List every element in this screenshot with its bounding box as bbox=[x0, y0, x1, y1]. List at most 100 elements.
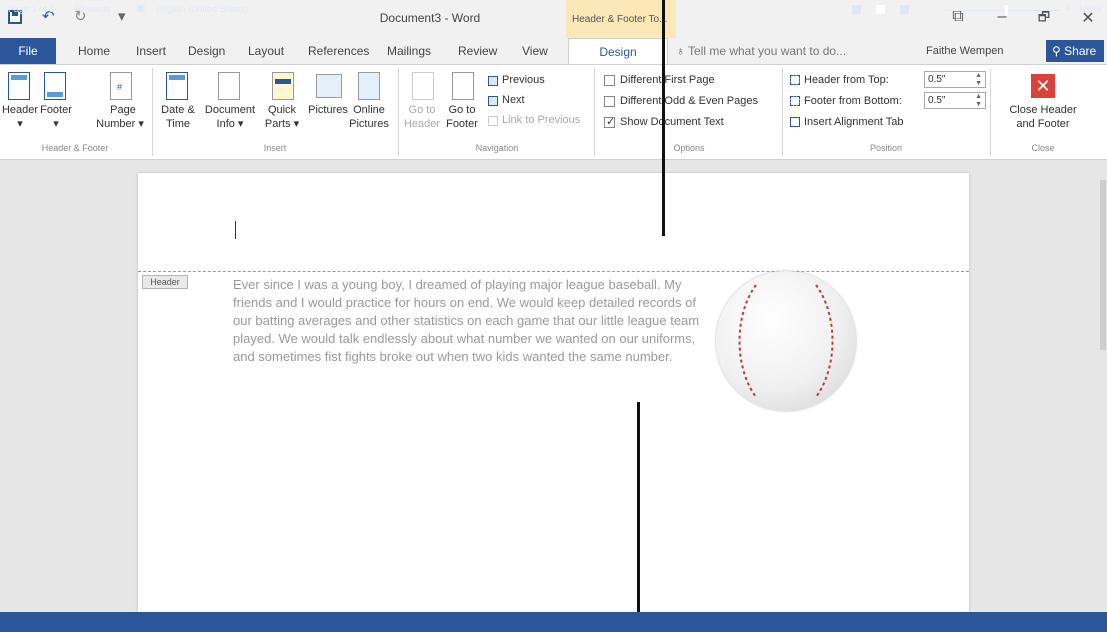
group-separator bbox=[398, 68, 399, 156]
language[interactable]: English (United States) bbox=[156, 4, 248, 14]
maximize-icon[interactable]: 🗗 bbox=[1034, 8, 1054, 30]
group-label-close: Close bbox=[1031, 143, 1055, 153]
tab-file[interactable]: File bbox=[0, 38, 56, 64]
group-label-position: Position bbox=[869, 143, 903, 153]
tab-design[interactable]: Design bbox=[188, 38, 225, 64]
word-count[interactable]: 70 words bbox=[74, 4, 111, 14]
scrollbar-thumb[interactable] bbox=[1100, 180, 1106, 350]
different-first-page-checkbox[interactable] bbox=[604, 75, 615, 86]
different-odd-even-label: Different Odd & Even Pages bbox=[620, 95, 758, 107]
zoom-level[interactable]: 100% bbox=[1078, 4, 1101, 14]
show-document-text-label: Show Document Text bbox=[620, 116, 724, 128]
web-layout-icon[interactable] bbox=[900, 5, 909, 14]
go-to-header-label-2: Header bbox=[403, 118, 441, 130]
header-icon bbox=[8, 72, 30, 100]
header-from-top-spinner[interactable]: 0.5" ▲ ▼ bbox=[924, 71, 986, 88]
baseball-image bbox=[716, 271, 856, 411]
document-info-icon bbox=[218, 72, 240, 100]
document-info-label-2[interactable]: Info ▾ bbox=[200, 118, 260, 131]
customize-qat-icon[interactable]: ▾ bbox=[118, 9, 126, 25]
page-number-label-2[interactable]: Number ▾ bbox=[92, 118, 148, 131]
calendar-icon bbox=[166, 72, 188, 100]
share-label: Share bbox=[1064, 44, 1097, 58]
window-title: Document3 - Word bbox=[379, 11, 481, 25]
baseball-stitching bbox=[738, 284, 834, 398]
group-label-insert: Insert bbox=[263, 143, 287, 153]
quick-parts-icon bbox=[272, 72, 294, 100]
group-separator bbox=[594, 68, 595, 156]
footer-dropdown-arrow[interactable]: ▾ bbox=[38, 118, 74, 131]
document-body-text: Ever since I was a young boy, I dreamed … bbox=[233, 277, 700, 364]
different-first-page-label: Different First Page bbox=[620, 74, 715, 86]
group-separator bbox=[782, 68, 783, 156]
close-header-footer-label-1[interactable]: Close Header bbox=[998, 104, 1088, 117]
quick-parts-label-2[interactable]: Parts ▾ bbox=[260, 118, 304, 131]
different-odd-even-checkbox[interactable] bbox=[604, 96, 615, 107]
tab-insert[interactable]: Insert bbox=[136, 38, 166, 64]
document-info-label-1[interactable]: Document bbox=[200, 104, 260, 117]
footer-button-label[interactable]: Footer bbox=[38, 104, 74, 117]
page-count[interactable]: Page 1 of 1 bbox=[8, 4, 54, 14]
online-pictures-icon bbox=[358, 72, 380, 100]
print-layout-icon[interactable] bbox=[876, 5, 885, 14]
share-button[interactable]: ⚲ Share bbox=[1046, 40, 1104, 62]
go-to-header-label-1: Go to bbox=[408, 104, 436, 116]
tab-references[interactable]: References bbox=[308, 38, 369, 64]
go-to-footer-label-1[interactable]: Go to bbox=[442, 104, 482, 117]
online-pictures-label-2[interactable]: Pictures bbox=[344, 118, 394, 131]
go-to-header-icon bbox=[412, 72, 434, 100]
tab-view[interactable]: View bbox=[522, 38, 548, 64]
page-number-label-1[interactable]: Page bbox=[102, 104, 144, 117]
user-account[interactable]: Faithe Wempen bbox=[926, 38, 1003, 64]
header-button-label[interactable]: Header bbox=[0, 104, 40, 117]
next-button[interactable]: Next bbox=[502, 94, 525, 107]
link-icon bbox=[488, 116, 498, 126]
alignment-tab-icon bbox=[790, 117, 800, 127]
status-bar bbox=[0, 612, 1107, 632]
zoom-out-button[interactable]: – bbox=[944, 2, 951, 16]
pictures-label[interactable]: Pictures bbox=[302, 104, 354, 117]
header-dropdown-arrow[interactable]: ▾ bbox=[0, 118, 40, 131]
close-header-footer-label-2[interactable]: and Footer bbox=[998, 118, 1088, 131]
footer-from-bottom-icon bbox=[790, 96, 800, 106]
footer-from-bottom-label: Footer from Bottom: bbox=[804, 95, 902, 107]
footer-icon bbox=[44, 72, 66, 100]
close-header-footer-icon[interactable]: ✕ bbox=[1031, 74, 1055, 98]
link-to-previous-button: Link to Previous bbox=[502, 114, 581, 126]
header-tag: Header bbox=[142, 275, 188, 289]
page-number-icon: # bbox=[110, 72, 132, 100]
group-separator bbox=[152, 68, 153, 156]
group-separator bbox=[990, 68, 991, 156]
group-label-options: Options bbox=[673, 143, 705, 153]
spinner-arrows-icon[interactable]: ▲ ▼ bbox=[975, 72, 982, 88]
header-from-top-value: 0.5" bbox=[928, 74, 946, 85]
go-to-footer-label-2[interactable]: Footer bbox=[442, 118, 482, 131]
previous-button[interactable]: Previous bbox=[502, 74, 545, 87]
lightbulb-icon: ♁ bbox=[676, 44, 685, 58]
tab-home[interactable]: Home bbox=[78, 38, 110, 64]
tab-review[interactable]: Review bbox=[458, 38, 497, 64]
tab-mailings[interactable]: Mailings bbox=[387, 38, 431, 64]
zoom-in-button[interactable]: + bbox=[1064, 2, 1071, 16]
online-pictures-label-1[interactable]: Online bbox=[348, 104, 390, 117]
date-time-label-2[interactable]: Time bbox=[154, 118, 202, 131]
header-from-top-label: Header from Top: bbox=[804, 74, 889, 86]
spinner-arrows-icon[interactable]: ▲ ▼ bbox=[975, 93, 982, 109]
tab-header-footer-design[interactable]: Design bbox=[568, 38, 668, 65]
zoom-slider[interactable] bbox=[958, 10, 1060, 11]
show-document-text-checkbox[interactable] bbox=[604, 115, 615, 128]
callout-line bbox=[662, 0, 665, 236]
quick-parts-label-1[interactable]: Quick bbox=[260, 104, 304, 117]
tell-me-search[interactable]: Tell me what you want to do... bbox=[688, 38, 846, 64]
proofing-icon[interactable]: ▣ bbox=[136, 3, 145, 14]
tab-layout[interactable]: Layout bbox=[248, 38, 284, 64]
read-mode-icon[interactable] bbox=[852, 5, 861, 14]
contextual-tab-title: Header & Footer To... bbox=[566, 0, 676, 38]
callout-line bbox=[637, 402, 640, 632]
insert-alignment-tab-button[interactable]: Insert Alignment Tab bbox=[804, 116, 903, 129]
footer-from-bottom-value: 0.5" bbox=[928, 95, 946, 106]
zoom-slider-thumb[interactable] bbox=[1005, 5, 1008, 16]
date-time-label-1[interactable]: Date & bbox=[154, 104, 202, 117]
footer-from-bottom-spinner[interactable]: 0.5" ▲ ▼ bbox=[924, 92, 986, 109]
previous-icon bbox=[488, 76, 498, 86]
